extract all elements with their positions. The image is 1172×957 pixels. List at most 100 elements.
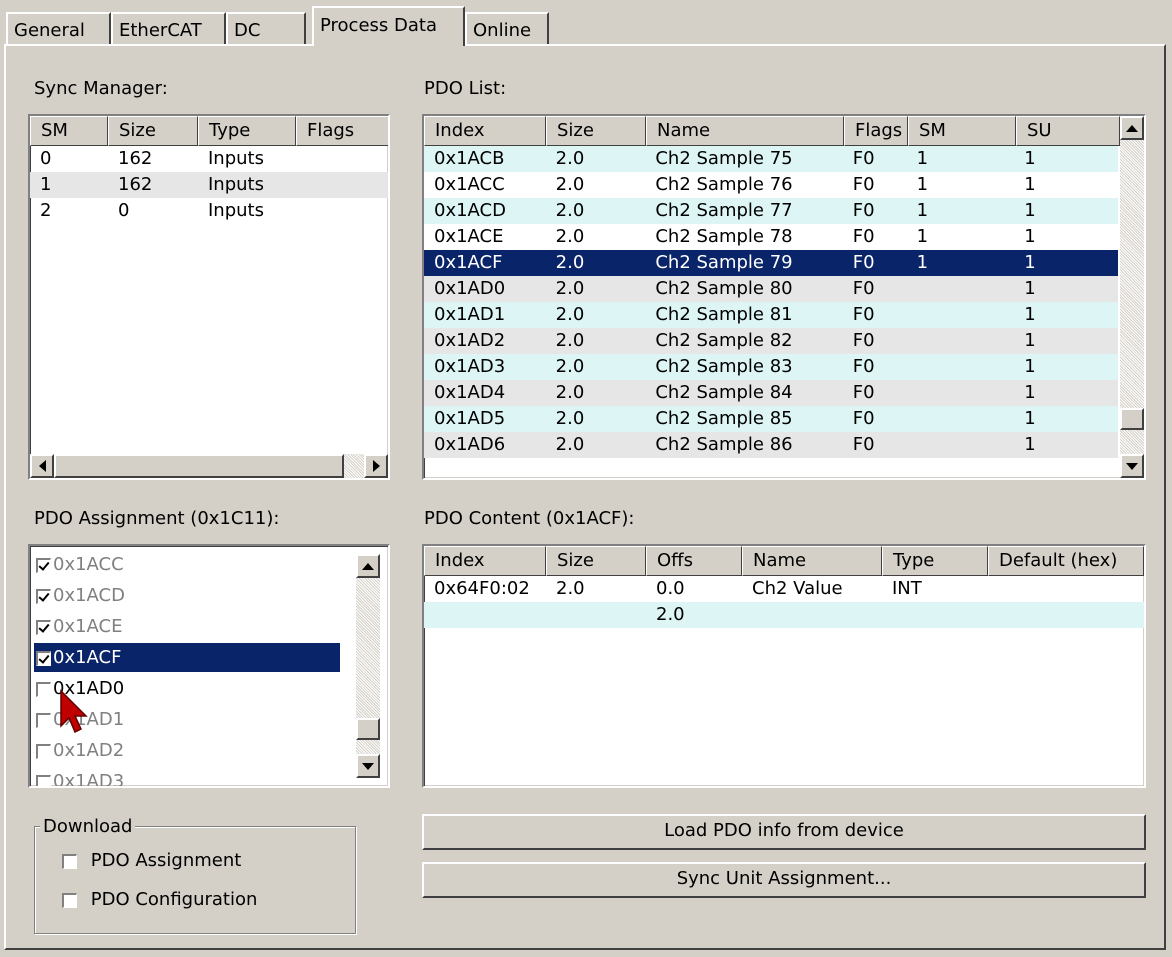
col-flags[interactable]: Flags <box>296 116 388 146</box>
pdo-assignment-item[interactable]: 0x1ACF <box>34 643 340 672</box>
pdo-assignment-checkbox[interactable] <box>62 853 77 869</box>
pdo-configuration-option[interactable]: PDO Configuration <box>62 889 257 910</box>
assignment-checkbox[interactable] <box>36 650 51 666</box>
horizontal-scrollbar[interactable] <box>30 454 388 478</box>
col-sm[interactable]: SM <box>908 116 1016 146</box>
assignment-checkbox[interactable] <box>36 681 51 697</box>
flags-cell: F0 <box>852 278 875 299</box>
sync-manager-list[interactable]: SM Size Type Flags 0 162 Inputs 1 162 In… <box>28 114 390 480</box>
su-cell: 1 <box>1024 278 1036 299</box>
flags-cell: F0 <box>852 330 875 351</box>
pdo-assignment-item[interactable]: 0x1AD2 <box>34 736 340 765</box>
sm-cell <box>907 302 1015 328</box>
assignment-checkbox[interactable] <box>36 557 51 573</box>
sm-cell <box>907 380 1015 406</box>
tab-general[interactable]: General <box>6 12 111 45</box>
table-row[interactable]: 0x1AD4 2.0 Ch2 Sample 84 F0 1 <box>424 380 1118 406</box>
table-row[interactable]: 1 162 Inputs <box>30 172 388 198</box>
assignment-checkbox[interactable] <box>36 619 51 635</box>
size-cell: 2.0 <box>555 304 585 325</box>
type-cell: Inputs <box>208 174 264 195</box>
table-row[interactable]: 0x1AD1 2.0 Ch2 Sample 81 F0 1 <box>424 302 1118 328</box>
pdo-list[interactable]: Index Size Name Flags SM SU 0x1ACB 2.0 Ch2… <box>422 114 1146 480</box>
load-pdo-info-button[interactable]: Load PDO info from device <box>422 814 1146 850</box>
pdo-assignment-option[interactable]: PDO Assignment <box>62 850 241 871</box>
col-sm[interactable]: SM <box>30 116 108 146</box>
index-cell: 0x1ACD <box>434 200 506 221</box>
scroll-down-button[interactable] <box>1120 454 1144 478</box>
pdo-assignment-item[interactable]: 0x1ACC <box>34 550 340 579</box>
su-cell: 1 <box>1024 252 1036 273</box>
table-row[interactable]: 0x1ACE 2.0 Ch2 Sample 78 F0 1 1 <box>424 224 1118 250</box>
col-flags[interactable]: Flags <box>844 116 908 146</box>
assignment-checkbox[interactable] <box>36 588 51 604</box>
arrow-up-icon <box>362 562 374 570</box>
arrow-up-icon <box>1126 124 1138 132</box>
vertical-scrollbar[interactable] <box>1120 116 1144 478</box>
name-cell: Ch2 Sample 75 <box>655 148 793 169</box>
table-row[interactable]: 0x1AD3 2.0 Ch2 Sample 83 F0 1 <box>424 354 1118 380</box>
table-row[interactable]: 0x1AD0 2.0 Ch2 Sample 80 F0 1 <box>424 276 1118 302</box>
col-type[interactable]: Type <box>882 546 988 576</box>
pdo-assignment-list[interactable]: 0x1ACC 0x1ACD 0x1ACE 0x1ACF 0x1AD0 0x1AD1 0x1A… <box>28 544 390 788</box>
col-name[interactable]: Name <box>646 116 844 146</box>
table-row[interactable]: 0x64F0:02 2.0 0.0 Ch2 Value INT <box>424 576 1144 602</box>
vertical-scrollbar[interactable] <box>356 554 380 778</box>
col-index[interactable]: Index <box>424 546 546 576</box>
scroll-thumb[interactable] <box>1120 408 1144 430</box>
assignment-checkbox[interactable] <box>36 774 51 786</box>
col-size[interactable]: Size <box>546 116 646 146</box>
sync-unit-assignment-button[interactable]: Sync Unit Assignment... <box>422 862 1146 898</box>
name-cell: Ch2 Sample 78 <box>655 226 793 247</box>
col-type[interactable]: Type <box>198 116 296 146</box>
size-cell: 0 <box>118 200 130 221</box>
table-row[interactable]: 0x1ACC 2.0 Ch2 Sample 76 F0 1 1 <box>424 172 1118 198</box>
tab-online[interactable]: Online <box>465 12 549 45</box>
table-row[interactable]: 0x1ACF 2.0 Ch2 Sample 79 F0 1 1 <box>424 250 1118 276</box>
table-row[interactable]: 0x1AD2 2.0 Ch2 Sample 82 F0 1 <box>424 328 1118 354</box>
pdo-configuration-checkbox[interactable] <box>62 892 77 908</box>
col-default[interactable]: Default (hex) <box>988 546 1144 576</box>
table-row[interactable]: 0x1ACD 2.0 Ch2 Sample 77 F0 1 1 <box>424 198 1118 224</box>
col-offs[interactable]: Offs <box>646 546 742 576</box>
col-su[interactable]: SU <box>1016 116 1120 146</box>
pdo-content-list[interactable]: Index Size Offs Name Type Default (hex) … <box>422 544 1146 788</box>
col-index[interactable]: Index <box>424 116 546 146</box>
index-cell <box>424 602 546 628</box>
table-row[interactable]: 2.0 <box>424 602 1144 628</box>
col-size[interactable]: Size <box>108 116 198 146</box>
col-size[interactable]: Size <box>546 546 646 576</box>
assignment-checkbox[interactable] <box>36 712 51 728</box>
scroll-thumb[interactable] <box>356 718 380 740</box>
tab-strip: General EtherCAT DC Online Process Data <box>0 0 1172 46</box>
table-row[interactable]: 2 0 Inputs <box>30 198 388 224</box>
pdo-assignment-item[interactable]: 0x1AD3 <box>34 767 340 786</box>
scroll-up-button[interactable] <box>1120 116 1144 140</box>
scroll-left-button[interactable] <box>30 454 54 478</box>
tab-dc[interactable]: DC <box>226 12 306 45</box>
sync-manager-label: Sync Manager: <box>34 78 168 99</box>
flags-cell <box>296 198 388 224</box>
tab-process-data[interactable]: Process Data <box>312 6 465 46</box>
col-name[interactable]: Name <box>742 546 882 576</box>
su-cell: 1 <box>1024 330 1036 351</box>
pdo-assignment-item[interactable]: 0x1ACE <box>34 612 340 641</box>
table-row[interactable]: 0x1AD6 2.0 Ch2 Sample 86 F0 1 <box>424 432 1118 458</box>
sm-cell: 1 <box>40 174 52 195</box>
table-row[interactable]: 0x1AD5 2.0 Ch2 Sample 85 F0 1 <box>424 406 1118 432</box>
scroll-thumb[interactable] <box>54 454 344 478</box>
su-cell: 1 <box>1024 174 1036 195</box>
size-cell: 2.0 <box>555 356 585 377</box>
tab-ethercat[interactable]: EtherCAT <box>111 12 226 45</box>
assignment-checkbox[interactable] <box>36 743 51 759</box>
table-row[interactable]: 0x1ACB 2.0 Ch2 Sample 75 F0 1 1 <box>424 146 1118 172</box>
size-cell: 162 <box>118 174 153 195</box>
pdo-list-rows: 0x1ACB 2.0 Ch2 Sample 75 F0 1 1 0x1ACC 2.0 Ch2 S… <box>424 146 1118 458</box>
pdo-assignment-item[interactable]: 0x1ACD <box>34 581 340 610</box>
table-row[interactable]: 0 162 Inputs <box>30 146 388 172</box>
scroll-down-button[interactable] <box>356 754 380 778</box>
su-cell: 1 <box>1024 408 1036 429</box>
size-cell: 2.0 <box>555 200 585 221</box>
scroll-right-button[interactable] <box>364 454 388 478</box>
scroll-up-button[interactable] <box>356 554 380 578</box>
